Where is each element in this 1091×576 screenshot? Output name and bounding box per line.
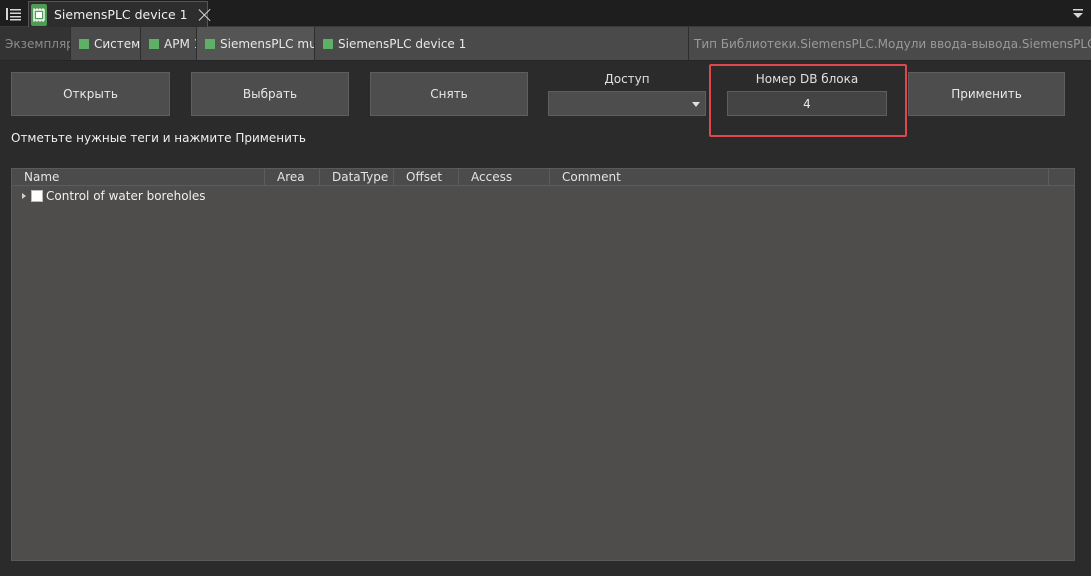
- dropdown-caret-icon: [692, 102, 700, 107]
- table-header: Name Area DataType Offset Access Comment: [12, 169, 1074, 186]
- plc-device-icon: [31, 3, 47, 26]
- column-header-access[interactable]: Access: [459, 169, 550, 185]
- close-icon[interactable]: [198, 8, 207, 22]
- overflow-menu-icon[interactable]: [1069, 4, 1087, 24]
- breadcrumb-item-plc-multi[interactable]: SiemensPLC multi: [196, 27, 315, 60]
- breadcrumb-label: Экземпляр: [5, 37, 74, 51]
- breadcrumb-item-plc-device[interactable]: SiemensPLC device 1: [314, 27, 688, 60]
- panel-menu-icon[interactable]: [3, 3, 24, 24]
- breadcrumb-item-label: SiemensPLC device 1: [338, 36, 467, 51]
- status-square-icon: [149, 38, 159, 49]
- tag-tree-table[interactable]: Name Area DataType Offset Access Comment…: [11, 168, 1075, 561]
- document-tab[interactable]: SiemensPLC device 1: [28, 1, 208, 27]
- breadcrumb-item-label: Система: [94, 36, 141, 51]
- column-header-datatype[interactable]: DataType: [320, 169, 394, 185]
- column-header-area[interactable]: Area: [265, 169, 320, 185]
- library-type-path: Тип Библиотеки.SiemensPLC.Модули ввода-в…: [688, 27, 1091, 60]
- db-block-input[interactable]: [727, 91, 887, 116]
- column-header-name[interactable]: Name: [12, 169, 265, 185]
- access-dropdown[interactable]: [548, 91, 706, 116]
- instruction-text: Отметьте нужные теги и нажмите Применить: [11, 131, 306, 145]
- breadcrumb-item-system[interactable]: Система: [70, 27, 141, 60]
- table-row[interactable]: Control of water boreholes: [12, 187, 1074, 205]
- column-header-offset[interactable]: Offset: [394, 169, 459, 185]
- column-header-comment[interactable]: Comment: [550, 169, 1049, 185]
- db-block-label: Номер DB блока: [755, 72, 859, 86]
- status-square-icon: [323, 38, 333, 49]
- breadcrumb-item-label: SiemensPLC multi: [220, 36, 315, 51]
- row-name: Control of water boreholes: [46, 189, 206, 203]
- expand-arrow-icon[interactable]: [22, 193, 26, 199]
- document-tab-title: SiemensPLC device 1: [54, 7, 188, 22]
- apply-button[interactable]: Применить: [908, 72, 1065, 116]
- status-square-icon: [205, 38, 215, 49]
- breadcrumb-item-label: АРМ 1: [164, 36, 197, 51]
- breadcrumb: Экземпляр Система АРМ 1 SiemensPLC multi…: [0, 27, 1091, 61]
- status-square-icon: [79, 38, 89, 49]
- open-button[interactable]: Открыть: [11, 72, 170, 116]
- access-label: Доступ: [604, 72, 650, 86]
- row-checkbox[interactable]: [31, 190, 43, 202]
- breadcrumb-item-arm[interactable]: АРМ 1: [140, 27, 197, 60]
- select-button[interactable]: Выбрать: [191, 72, 349, 116]
- document-tab-strip: SiemensPLC device 1: [0, 0, 1091, 27]
- deselect-button[interactable]: Снять: [370, 72, 528, 116]
